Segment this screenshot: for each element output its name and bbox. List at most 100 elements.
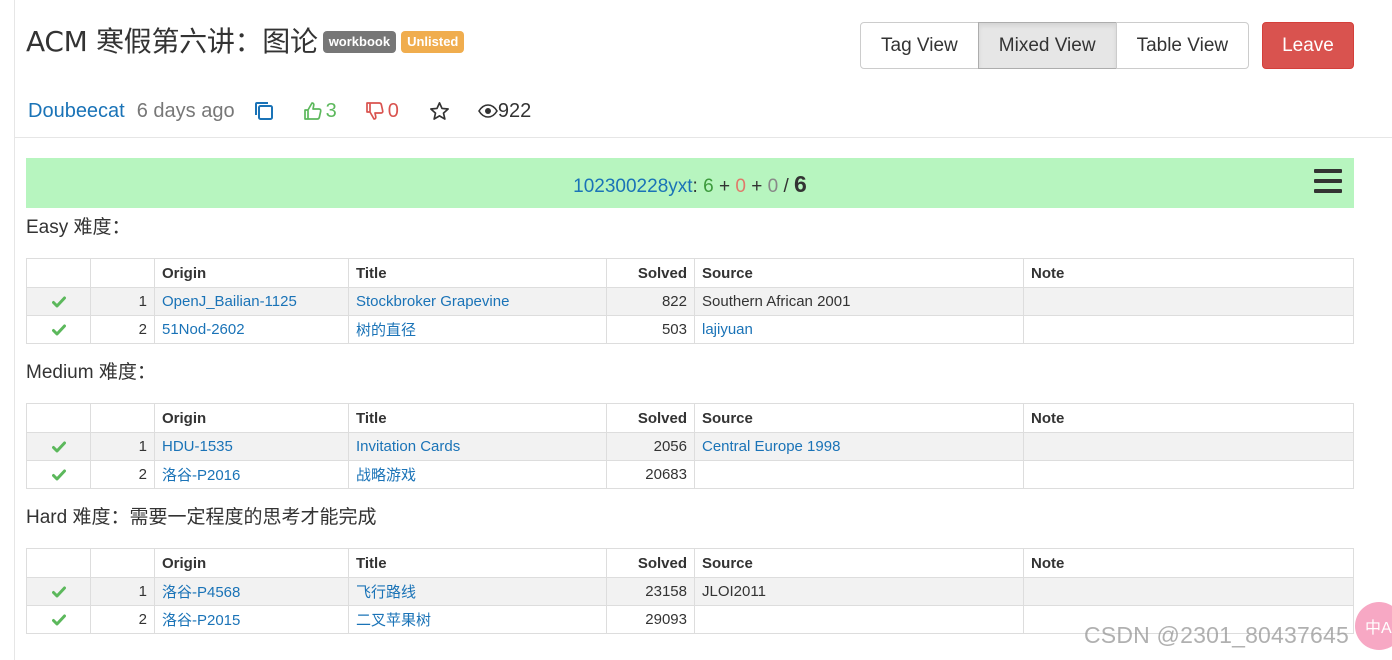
origin-link[interactable]: 洛谷-P4568 xyxy=(162,584,240,601)
header-title[interactable]: Title xyxy=(348,548,607,578)
header-origin[interactable]: Origin xyxy=(154,548,349,578)
csdn-watermark: CSDN @2301_80437645 xyxy=(1084,622,1349,648)
header-solved[interactable]: Solved xyxy=(606,403,695,433)
check-icon xyxy=(51,586,66,598)
title-link[interactable]: 树的直径 xyxy=(356,322,416,339)
solved-check-cell xyxy=(26,460,91,489)
header-source[interactable]: Source xyxy=(694,258,1024,288)
failed-count: 0 xyxy=(735,176,746,197)
source-cell: Southern African 2001 xyxy=(694,287,1024,316)
eye-icon xyxy=(477,104,498,118)
solved-check-cell xyxy=(26,315,91,344)
progress-bar: 102300228yxt: 6 + 0 + 0 / 6 xyxy=(26,158,1354,208)
origin-link[interactable]: HDU-1535 xyxy=(162,438,233,455)
source-link[interactable]: lajiyuan xyxy=(702,321,753,338)
origin-cell: 洛谷-P2016 xyxy=(154,460,349,489)
source-cell xyxy=(694,605,1024,634)
table-row: 1 OpenJ_Bailian-1125 Stockbroker Grapevine… xyxy=(26,287,1354,316)
solved-count: 503 xyxy=(606,315,695,344)
header-index xyxy=(90,403,155,433)
hamburger-menu-icon[interactable] xyxy=(1314,169,1342,193)
origin-link[interactable]: 洛谷-P2015 xyxy=(162,612,240,629)
downvote-button[interactable]: 0 xyxy=(365,100,399,123)
header-solved[interactable]: Solved xyxy=(606,258,695,288)
check-icon xyxy=(51,614,66,626)
origin-link[interactable]: 51Nod-2602 xyxy=(162,321,245,338)
header-status xyxy=(26,258,91,288)
header-status xyxy=(26,548,91,578)
title-link[interactable]: 飞行路线 xyxy=(356,584,416,601)
upvote-button[interactable]: 3 xyxy=(303,100,337,123)
title-cell: 树的直径 xyxy=(348,315,607,344)
unlisted-badge: Unlisted xyxy=(401,31,465,53)
table-view-button[interactable]: Table View xyxy=(1115,22,1250,69)
origin-cell: OpenJ_Bailian-1125 xyxy=(154,287,349,316)
header-title[interactable]: Title xyxy=(348,258,607,288)
other-count: 0 xyxy=(767,176,779,197)
table-row: 2 洛谷-P2016 战略游戏 20683 xyxy=(26,460,1354,489)
header-note[interactable]: Note xyxy=(1023,258,1354,288)
source-cell: JLOI2011 xyxy=(694,577,1024,606)
title-link[interactable]: 战略游戏 xyxy=(356,467,416,484)
source-link[interactable]: Central Europe 1998 xyxy=(702,438,840,455)
header-note[interactable]: Note xyxy=(1023,403,1354,433)
solved-count: 29093 xyxy=(606,605,695,634)
row-index: 2 xyxy=(90,315,155,344)
check-icon xyxy=(51,324,66,336)
header-origin[interactable]: Origin xyxy=(154,403,349,433)
note-cell xyxy=(1023,460,1354,489)
header-source[interactable]: Source xyxy=(694,403,1024,433)
solved-check-cell xyxy=(26,577,91,606)
source-cell: Central Europe 1998 xyxy=(694,432,1024,461)
origin-cell: 洛谷-P2015 xyxy=(154,605,349,634)
note-cell xyxy=(1023,287,1354,316)
meta-row: Doubeecat 6 days ago 3 0 922 xyxy=(28,96,531,126)
mixed-view-button[interactable]: Mixed View xyxy=(977,22,1117,69)
solved-check-cell xyxy=(26,432,91,461)
origin-link[interactable]: OpenJ_Bailian-1125 xyxy=(162,293,297,310)
row-index: 2 xyxy=(90,460,155,489)
table-header-row: Origin Title Solved Source Note xyxy=(26,548,1354,578)
solved-check-cell xyxy=(26,287,91,316)
title-cell: Invitation Cards xyxy=(348,432,607,461)
thumbs-up-icon xyxy=(303,102,322,120)
table-row: 1 洛谷-P4568 飞行路线 23158 JLOI2011 xyxy=(26,577,1354,606)
header-title[interactable]: Title xyxy=(348,403,607,433)
origin-link[interactable]: 洛谷-P2016 xyxy=(162,467,240,484)
view-count-value: 922 xyxy=(497,99,532,122)
title-link[interactable]: Invitation Cards xyxy=(356,438,460,455)
post-time: 6 days ago xyxy=(136,99,235,122)
slash-sign: / xyxy=(783,176,789,197)
copy-icon[interactable] xyxy=(253,100,275,122)
origin-cell: 洛谷-P4568 xyxy=(154,577,349,606)
page-title: ACM 寒假第六讲：图论 xyxy=(26,25,318,58)
view-count: 922 xyxy=(477,99,532,123)
header-note[interactable]: Note xyxy=(1023,548,1354,578)
header-divider xyxy=(14,137,1392,138)
title-link[interactable]: 二叉苹果树 xyxy=(356,612,431,629)
header-source[interactable]: Source xyxy=(694,548,1024,578)
title-link[interactable]: Stockbroker Grapevine xyxy=(356,293,509,310)
star-icon[interactable] xyxy=(429,101,450,122)
progress-user-link[interactable]: 102300228yxt xyxy=(573,176,692,197)
accepted-count: 6 xyxy=(703,176,714,197)
upvote-count: 3 xyxy=(325,99,337,122)
row-index: 2 xyxy=(90,605,155,634)
progress-summary: 102300228yxt: 6 + 0 + 0 / 6 xyxy=(26,171,1354,198)
author-link[interactable]: Doubeecat xyxy=(28,100,125,123)
solved-count: 23158 xyxy=(606,577,695,606)
table-row: 1 HDU-1535 Invitation Cards 2056 Central Eur… xyxy=(26,432,1354,461)
section-title-medium: Medium 难度： xyxy=(26,362,156,383)
header-origin[interactable]: Origin xyxy=(154,258,349,288)
tag-view-button[interactable]: Tag View xyxy=(860,22,979,69)
header-solved[interactable]: Solved xyxy=(606,548,695,578)
total-count: 6 xyxy=(794,171,807,197)
header-status xyxy=(26,403,91,433)
check-icon xyxy=(51,441,66,453)
leave-button[interactable]: Leave xyxy=(1262,22,1354,69)
title-row: ACM 寒假第六讲：图论 workbook Unlisted xyxy=(26,20,465,60)
source-cell xyxy=(694,460,1024,489)
section-title-easy: Easy 难度： xyxy=(26,217,131,238)
problem-table-easy: Origin Title Solved Source Note 1 OpenJ_Bailia… xyxy=(26,258,1354,344)
source-cell: lajiyuan xyxy=(694,315,1024,344)
